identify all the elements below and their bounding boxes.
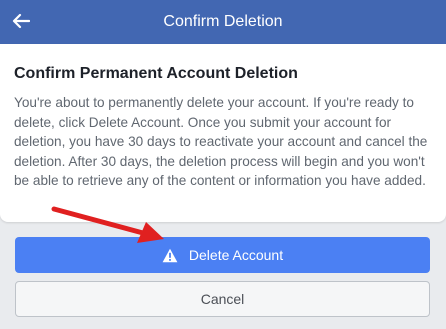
confirm-deletion-screen: Confirm Deletion Confirm Permanent Accou… bbox=[0, 0, 446, 329]
dialog-message: You're about to permanently delete your … bbox=[14, 95, 428, 188]
cancel-label: Cancel bbox=[200, 291, 245, 307]
page-title: Confirm Deletion bbox=[163, 13, 283, 30]
warning-triangle-icon bbox=[162, 248, 178, 263]
dialog-title: Confirm Permanent Account Deletion bbox=[14, 65, 298, 82]
confirmation-card: Confirm Permanent Account Deletion You'r… bbox=[0, 44, 446, 222]
top-bar: Confirm Deletion bbox=[0, 0, 446, 44]
delete-account-button[interactable]: Delete Account bbox=[15, 237, 430, 273]
delete-account-label: Delete Account bbox=[188, 247, 284, 263]
cancel-button[interactable]: Cancel bbox=[15, 281, 430, 317]
